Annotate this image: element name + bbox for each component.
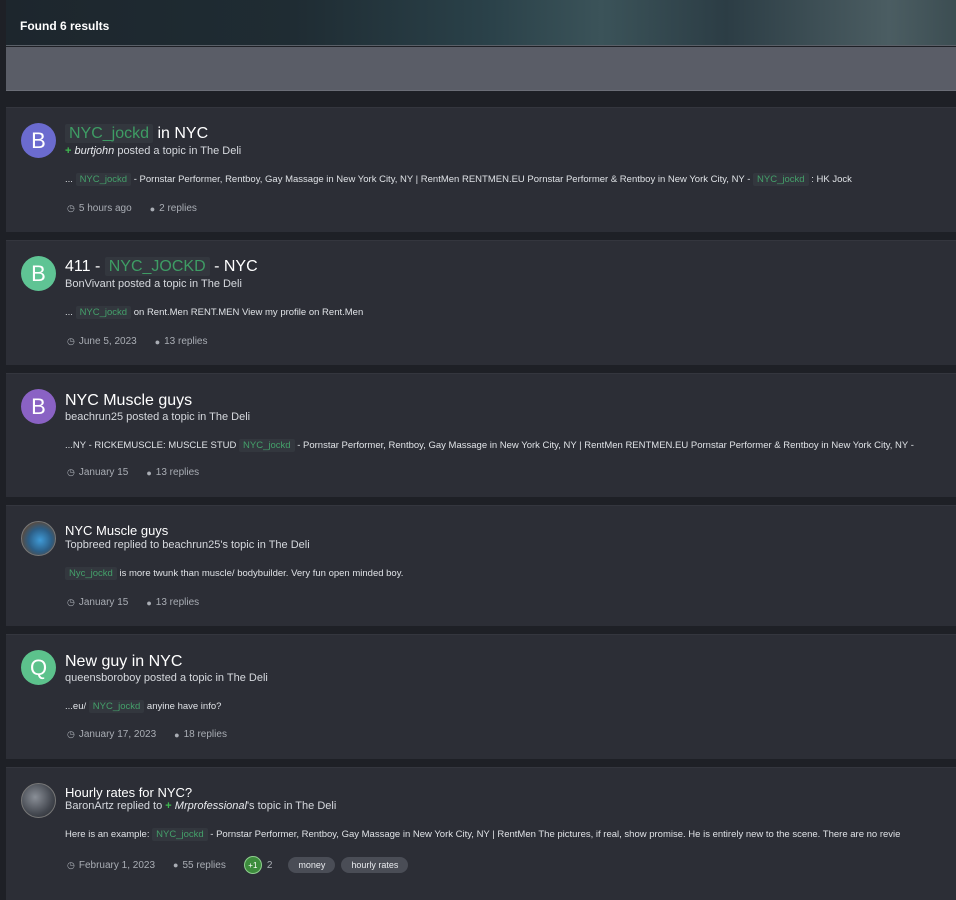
search-highlight: NYC_jockd	[753, 173, 809, 186]
comment-icon: ●	[174, 729, 180, 740]
avatar[interactable]	[21, 783, 56, 818]
comment-icon: ●	[173, 860, 179, 870]
author-link[interactable]: BonVivant	[65, 278, 115, 290]
result-replies: 13 replies	[164, 336, 208, 347]
result-stats: ◷ 5 hours ago ● 2 replies	[67, 203, 215, 214]
search-highlight: NYC_JOCKD	[104, 257, 210, 276]
comment-icon: ●	[146, 467, 152, 478]
search-highlight: NYC_jockd	[65, 124, 154, 143]
result-time: June 5, 2023	[78, 336, 137, 347]
avatar[interactable]	[21, 521, 56, 556]
clock-icon: ◷	[67, 729, 75, 739]
result-meta: BonVivant posted a topic in The Deli	[65, 278, 242, 290]
comment-icon: ●	[149, 203, 156, 214]
result-snippet: ... NYC_jockd on Rent.Men RENT.MEN View …	[65, 306, 364, 319]
result-time: February 1, 2023	[78, 859, 156, 871]
result-title[interactable]: NYC Muscle guys	[65, 523, 168, 538]
reputation-count: 2	[266, 859, 273, 871]
result-title[interactable]: New guy in NYC	[65, 653, 182, 671]
result-meta: BaronArtz replied to + Mrprofessional's …	[65, 800, 337, 812]
author-link[interactable]: beachrun25	[65, 411, 123, 423]
author-link[interactable]: BaronArtz	[65, 800, 114, 812]
clock-icon: ◷	[67, 336, 75, 346]
result-stats: ◷ January 15 ● 13 replies	[67, 597, 217, 608]
result-title[interactable]: Hourly rates for NYC?	[65, 785, 192, 800]
reputation-badge: +1	[243, 856, 262, 874]
result-stats: ◷ January 15 ● 13 replies	[67, 467, 217, 478]
comment-icon: ●	[146, 597, 152, 608]
avatar[interactable]: B	[21, 389, 56, 424]
result-item[interactable]: B NYC Muscle guys beachrun25 posted a to…	[6, 373, 956, 497]
search-highlight: NYC_jockd	[75, 306, 132, 319]
clock-icon: ◷	[67, 859, 75, 870]
result-snippet: ... NYC_jockd - Pornstar Performer, Rent…	[65, 173, 852, 186]
avatar[interactable]: B	[21, 256, 56, 291]
result-stats: ◷ June 5, 2023 ● 13 replies	[67, 336, 225, 347]
result-item[interactable]: B NYC_jockd in NYC + burtjohn posted a t…	[6, 107, 956, 232]
result-meta: Topbreed replied to beachrun25's topic i…	[65, 539, 310, 551]
search-highlight: NYC_jockd	[152, 828, 208, 841]
result-replies: 13 replies	[155, 467, 200, 478]
tag-money[interactable]: money	[288, 857, 336, 873]
plus-icon: +	[65, 145, 72, 157]
result-time: January 17, 2023	[78, 729, 157, 740]
result-time: January 15	[78, 467, 129, 478]
result-item[interactable]: Hourly rates for NYC? BaronArtz replied …	[6, 767, 956, 900]
result-meta: queensboroboy posted a topic in The Deli	[65, 672, 268, 684]
clock-icon: ◷	[67, 467, 75, 477]
result-replies: 13 replies	[155, 597, 200, 608]
avatar[interactable]: Q	[21, 650, 56, 685]
result-time: January 15	[78, 597, 129, 608]
clock-icon: ◷	[67, 203, 75, 213]
author-link[interactable]: Mrprofessional	[175, 800, 247, 812]
result-stats: ◷ January 17, 2023 ● 18 replies	[67, 729, 245, 740]
result-snippet: Nyc_jockd is more twunk than muscle/ bod…	[65, 567, 403, 580]
result-snippet: ...eu/ NYC_jockd anyine have info?	[65, 700, 222, 713]
result-item[interactable]: Q New guy in NYC queensboroboy posted a …	[6, 634, 956, 759]
avatar[interactable]: B	[21, 123, 56, 158]
result-title[interactable]: NYC Muscle guys	[65, 392, 192, 410]
result-meta: beachrun25 posted a topic in The Deli	[65, 411, 251, 423]
result-snippet: Here is an example: NYC_jockd - Pornstar…	[65, 828, 901, 841]
found-results-text: Found 6 results	[20, 19, 110, 33]
result-replies: 55 replies	[182, 859, 226, 871]
plus-icon: +	[165, 800, 172, 812]
search-highlight: NYC_jockd	[88, 700, 145, 713]
result-title[interactable]: NYC_jockd in NYC	[65, 124, 208, 143]
result-item[interactable]: NYC Muscle guys Topbreed replied to beac…	[6, 505, 956, 626]
results-toolbar	[6, 47, 956, 91]
results-header: Found 6 results	[6, 0, 956, 46]
tag-hourly-rates[interactable]: hourly rates	[341, 857, 409, 873]
clock-icon: ◷	[67, 597, 75, 607]
result-snippet: ...NY - RICKEMUSCLE: MUSCLE STUD NYC_joc…	[65, 439, 914, 452]
result-replies: 2 replies	[159, 203, 197, 214]
author-link[interactable]: burtjohn	[75, 145, 115, 157]
search-highlight: Nyc_jockd	[65, 567, 117, 580]
result-title[interactable]: 411 - NYC_JOCKD - NYC	[65, 257, 258, 276]
comment-icon: ●	[154, 336, 161, 347]
result-time: 5 hours ago	[78, 203, 132, 214]
result-replies: 18 replies	[183, 729, 227, 740]
search-highlight: NYC_jockd	[239, 439, 295, 452]
result-stats: ◷ February 1, 2023 ● 55 replies +1 2 money …	[67, 856, 409, 874]
result-meta: + burtjohn posted a topic in The Deli	[65, 145, 242, 157]
result-item[interactable]: B 411 - NYC_JOCKD - NYC BonVivant posted…	[6, 240, 956, 365]
search-highlight: NYC_jockd	[75, 173, 132, 186]
author-link[interactable]: Topbreed	[65, 539, 111, 551]
author-link[interactable]: queensboroboy	[65, 672, 141, 684]
